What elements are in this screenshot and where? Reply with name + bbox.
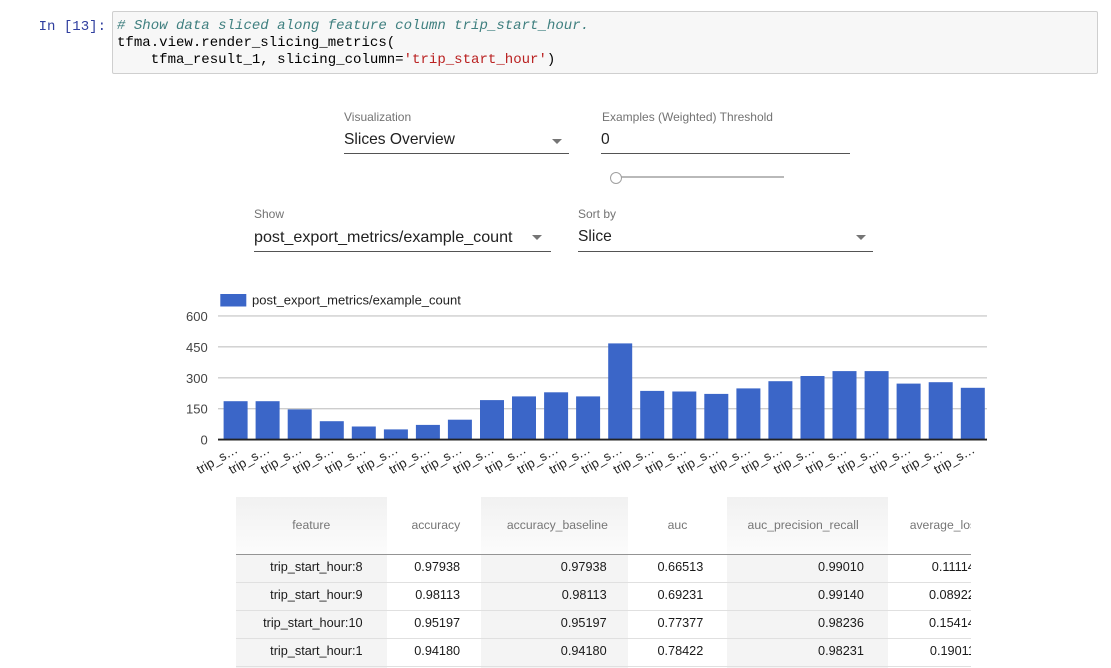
svg-text:600: 600 xyxy=(186,309,208,324)
svg-text:300: 300 xyxy=(186,371,208,386)
svg-text:0: 0 xyxy=(200,433,207,448)
svg-text:150: 150 xyxy=(186,402,208,417)
svg-text:post_export_metrics/example_co: post_export_metrics/example_count xyxy=(252,293,461,308)
svg-text:450: 450 xyxy=(186,340,208,355)
